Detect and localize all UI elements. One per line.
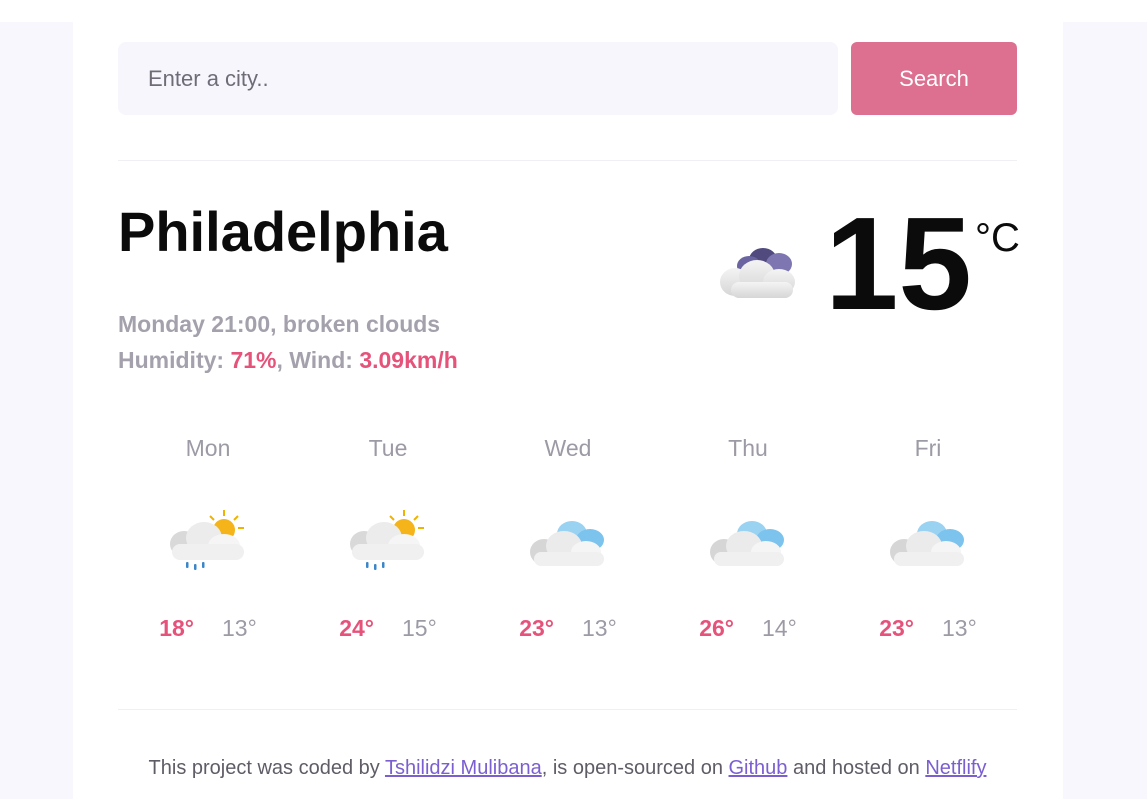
footer-text: and hosted on bbox=[787, 757, 926, 779]
forecast-temps: 23° 13° bbox=[838, 614, 1018, 642]
forecast-temps: 23° 13° bbox=[478, 614, 658, 642]
forecast-min-temp: 13° bbox=[582, 615, 617, 641]
temperature-unit: °C bbox=[975, 216, 1020, 260]
wind-label: Wind: bbox=[289, 347, 353, 373]
forecast-max-temp: 23° bbox=[519, 615, 554, 641]
current-datetime: Monday 21:00 bbox=[118, 311, 271, 337]
author-link[interactable]: Tshilidzi Mulibana bbox=[385, 757, 542, 779]
github-link[interactable]: Github bbox=[729, 757, 788, 779]
humidity-label: Humidity: bbox=[118, 347, 225, 373]
weather-card: Search Philadelphia Monday 21:00, broken… bbox=[73, 22, 1063, 799]
forecast-day: Wed 23° 13° bbox=[478, 434, 658, 642]
search-button[interactable]: Search bbox=[851, 42, 1017, 115]
forecast-day-name: Mon bbox=[185, 435, 231, 461]
forecast-day-name: Wed bbox=[544, 435, 592, 461]
broken-clouds-night-icon bbox=[720, 248, 795, 298]
current-description: broken clouds bbox=[282, 311, 441, 337]
forecast-day-name: Thu bbox=[728, 435, 768, 461]
forecast-day: Thu 26° 14° bbox=[658, 434, 838, 642]
search-form: Search bbox=[118, 42, 1017, 115]
forecast-day: Mon 18° 13° bbox=[118, 434, 298, 642]
humidity-value: 71% bbox=[230, 347, 277, 373]
clouds-icon bbox=[710, 521, 784, 566]
city-name: Philadelphia bbox=[118, 200, 448, 263]
sun-rain-icon bbox=[170, 510, 244, 570]
forecast-temps: 24° 15° bbox=[298, 614, 478, 642]
current-summary: Monday 21:00, broken clouds bbox=[118, 311, 441, 337]
forecast-day-name: Tue bbox=[368, 435, 408, 461]
current-details: Monday 21:00, broken clouds Humidity: 71… bbox=[118, 306, 458, 378]
top-band bbox=[0, 0, 1147, 22]
forecast-temps: 18° 13° bbox=[118, 614, 298, 642]
forecast-min-temp: 13° bbox=[942, 615, 977, 641]
footer-text: , is open-sourced on bbox=[541, 757, 729, 779]
sun-rain-icon bbox=[350, 510, 424, 570]
forecast-min-temp: 13° bbox=[222, 615, 257, 641]
forecast-max-temp: 26° bbox=[699, 615, 734, 641]
forecast-temps: 26° 14° bbox=[658, 614, 838, 642]
footer-credits: This project was coded by Tshilidzi Muli… bbox=[118, 754, 1017, 782]
forecast-max-temp: 18° bbox=[159, 615, 194, 641]
forecast-day-name: Fri bbox=[914, 435, 942, 461]
current-temperature: 15 bbox=[825, 190, 972, 337]
forecast-max-temp: 24° bbox=[339, 615, 374, 641]
divider bbox=[118, 160, 1017, 161]
forecast-list: Mon 18° 13° Tue 24° 15° Wed 23° 13° Thu … bbox=[118, 434, 1018, 674]
city-search-input[interactable] bbox=[118, 42, 838, 115]
divider bbox=[118, 709, 1017, 710]
current-conditions: Humidity: 71%, Wind: 3.09km/h bbox=[118, 347, 458, 373]
forecast-min-temp: 14° bbox=[762, 615, 797, 641]
clouds-icon bbox=[530, 521, 604, 566]
wind-value: 3.09km/h bbox=[359, 347, 458, 373]
hosting-link[interactable]: Netflify bbox=[925, 757, 986, 779]
forecast-day: Tue 24° 15° bbox=[298, 434, 478, 642]
footer-text: This project was coded by bbox=[148, 757, 385, 779]
clouds-icon bbox=[890, 521, 964, 566]
forecast-min-temp: 15° bbox=[402, 615, 437, 641]
forecast-day: Fri 23° 13° bbox=[838, 434, 1018, 642]
forecast-max-temp: 23° bbox=[879, 615, 914, 641]
